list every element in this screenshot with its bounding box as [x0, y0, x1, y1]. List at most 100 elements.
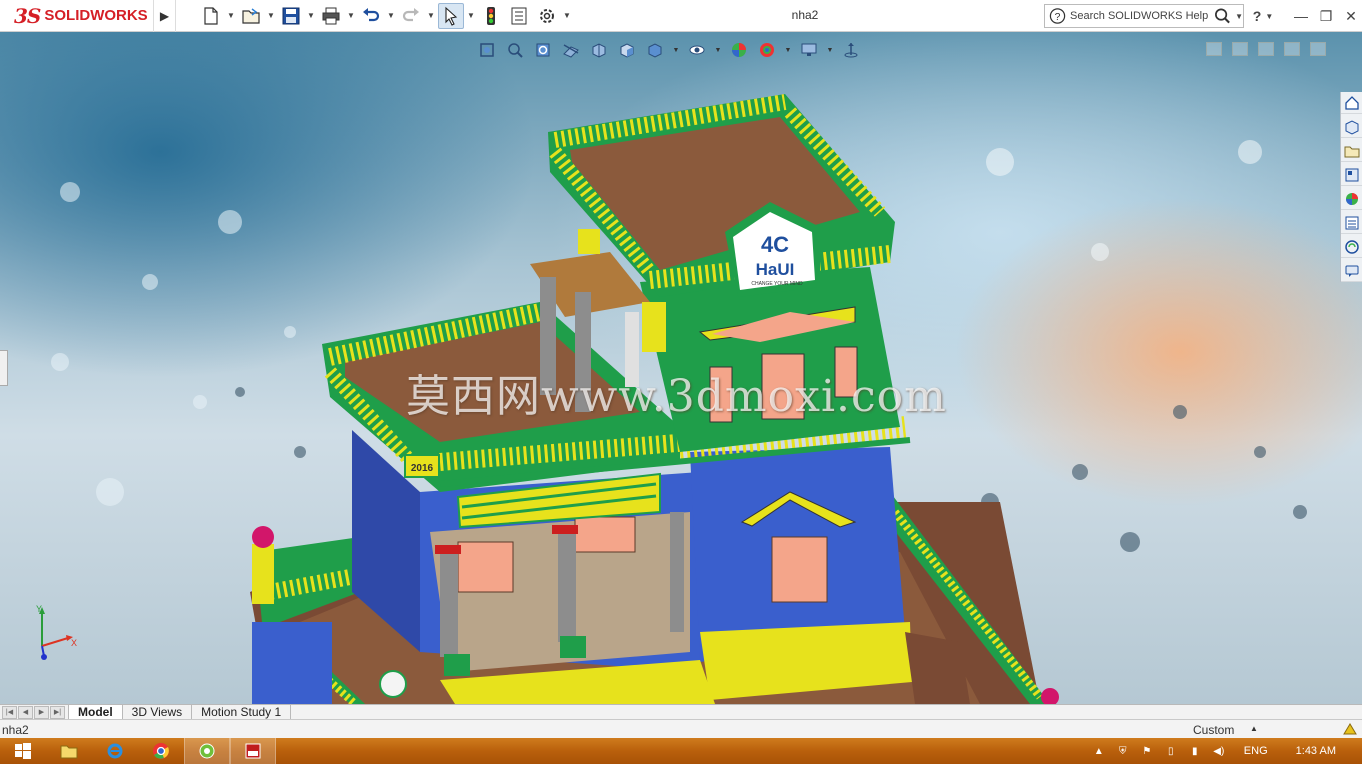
help-search-box[interactable]: ? ▼	[1044, 4, 1244, 28]
previous-view-icon[interactable]	[532, 39, 554, 61]
undo-dropdown-caret[interactable]: ▼	[386, 3, 396, 29]
windows-taskbar: ▲ ⛨ ⚑ ▯ ▮ ◀) ENG 1:43 AM	[0, 738, 1362, 764]
volume-icon[interactable]: ◀)	[1212, 744, 1226, 758]
tab-3d-views[interactable]: 3D Views	[123, 704, 193, 720]
graphics-area[interactable]: 2016 4C HaUI CHANGE YOUR MIND 莫西网www.3dm…	[0, 32, 1362, 704]
design-library-icon[interactable]	[1341, 116, 1362, 138]
solidworks-2016-icon[interactable]	[230, 738, 276, 764]
file-explorer-icon[interactable]	[1341, 140, 1362, 162]
file-properties-icon[interactable]	[506, 3, 532, 29]
antivirus-icon[interactable]: ⛨	[1116, 744, 1130, 758]
solidworks-window: 3S SOLIDWORKS ▶ ▼ ▼ ▼ ▼ ▼ ▼ ▼ ▼ nha2 ? S…	[0, 0, 1362, 764]
tab-next-arrow-icon[interactable]: ▶	[34, 705, 49, 719]
menu-expand-arrow-icon[interactable]: ▶	[154, 0, 176, 32]
viewport-split-left-icon[interactable]	[1206, 42, 1222, 56]
zoom-to-fit-icon[interactable]	[476, 39, 498, 61]
help-menu-button[interactable]: ? ▼	[1252, 6, 1274, 26]
tab-model[interactable]: Model	[68, 704, 123, 720]
title-bar: 3S SOLIDWORKS ▶ ▼ ▼ ▼ ▼ ▼ ▼ ▼ ▼ nha2 ? S…	[0, 0, 1362, 32]
view-settings-icon[interactable]	[798, 39, 820, 61]
rotate-view-icon[interactable]	[840, 39, 862, 61]
solidworks-logo[interactable]: 3S SOLIDWORKS	[0, 0, 154, 32]
solidworks-resources-icon[interactable]	[1341, 92, 1362, 114]
save-dropdown-caret[interactable]: ▼	[306, 3, 316, 29]
tab-motion-study-1[interactable]: Motion Study 1	[192, 704, 292, 720]
rebuild-traffic-light-icon[interactable]	[478, 3, 504, 29]
feature-manager-expand-handle[interactable]	[0, 350, 8, 386]
appearances-scenes-icon[interactable]	[1341, 188, 1362, 210]
new-document-icon[interactable]	[198, 3, 224, 29]
help-menu-glyph: ?	[1252, 8, 1262, 24]
viewport-close-icon[interactable]	[1310, 42, 1326, 56]
reference-triad: Y X	[22, 602, 82, 662]
tab-last-arrow-icon[interactable]: ▶|	[50, 705, 65, 719]
save-icon[interactable]	[278, 3, 304, 29]
dynamic-annotation-icon[interactable]	[588, 39, 610, 61]
apply-scene-caret[interactable]: ▼	[784, 47, 792, 54]
open-dropdown-caret[interactable]: ▼	[266, 3, 276, 29]
search-dropdown-caret[interactable]: ▼	[1235, 12, 1243, 21]
search-icon[interactable]	[1214, 7, 1231, 25]
print-icon[interactable]	[318, 3, 344, 29]
custom-properties-icon[interactable]	[1341, 212, 1362, 234]
select-cursor-icon[interactable]	[438, 2, 464, 29]
chat-icon[interactable]	[1341, 260, 1362, 282]
hide-show-items-icon[interactable]	[686, 39, 708, 61]
watermark-text: 莫西网www.3dmoxi.com	[406, 371, 947, 422]
viewport-minimize-icon[interactable]	[1258, 42, 1274, 56]
help-search-input[interactable]	[1070, 10, 1211, 22]
viewport-restore-icon[interactable]	[1284, 42, 1300, 56]
file-explorer-icon[interactable]	[46, 738, 92, 764]
greenshot-icon[interactable]	[184, 738, 230, 764]
print-dropdown-caret[interactable]: ▼	[346, 3, 356, 29]
status-document-name: nha2	[2, 723, 29, 737]
quick-access-toolbar: ▼ ▼ ▼ ▼ ▼ ▼ ▼ ▼	[176, 0, 572, 32]
model-tabs-bar: |◀ ◀ ▶ ▶| Model 3D Views Motion Study 1	[0, 704, 1362, 720]
model-sign-top: 4C	[761, 232, 789, 257]
rebuild-status-icon[interactable]	[1342, 722, 1358, 736]
network-icon[interactable]: ▮	[1188, 744, 1202, 758]
flag-icon[interactable]: ⚑	[1140, 744, 1154, 758]
viewport-split-right-icon[interactable]	[1232, 42, 1248, 56]
windows-start-icon[interactable]	[0, 738, 46, 764]
view-palette-icon[interactable]	[1341, 164, 1362, 186]
battery-icon[interactable]: ▯	[1164, 744, 1178, 758]
units-selector[interactable]: Custom	[1193, 723, 1234, 737]
system-tray: ▲ ⛨ ⚑ ▯ ▮ ◀) ENG 1:43 AM	[1092, 738, 1362, 764]
help-circle-icon: ?	[1049, 8, 1066, 24]
redo-dropdown-caret[interactable]: ▼	[426, 3, 436, 29]
solidworks-forum-icon[interactable]	[1341, 236, 1362, 258]
hide-show-caret[interactable]: ▼	[714, 47, 722, 54]
tray-overflow-icon[interactable]: ▲	[1092, 744, 1106, 758]
undo-icon[interactable]	[358, 3, 384, 29]
view-orientation-icon[interactable]	[616, 39, 638, 61]
tab-prev-arrow-icon[interactable]: ◀	[18, 705, 33, 719]
open-folder-icon[interactable]	[238, 3, 264, 29]
select-dropdown-caret[interactable]: ▼	[466, 3, 476, 29]
zoom-to-area-icon[interactable]	[504, 39, 526, 61]
units-caret-icon[interactable]: ▲	[1250, 724, 1258, 733]
internet-explorer-icon[interactable]	[92, 738, 138, 764]
restore-button[interactable]: ❐	[1315, 6, 1337, 26]
input-language[interactable]: ENG	[1244, 745, 1268, 757]
apply-scene-icon[interactable]	[756, 39, 778, 61]
system-clock[interactable]: 1:43 AM	[1296, 745, 1336, 757]
display-style-icon[interactable]	[644, 39, 666, 61]
task-pane-tabs	[1340, 92, 1362, 282]
status-bar: nha2 Custom ▲	[0, 719, 1362, 738]
options-dropdown-caret[interactable]: ▼	[562, 3, 572, 29]
view-settings-caret[interactable]: ▼	[826, 47, 834, 54]
minimize-button[interactable]: —	[1290, 6, 1312, 26]
chrome-icon[interactable]	[138, 738, 184, 764]
model-sign-sub: CHANGE YOUR MIND	[751, 281, 803, 287]
logo-prefix: 3S	[14, 3, 41, 28]
close-button[interactable]: ✕	[1340, 6, 1362, 26]
options-gear-icon[interactable]	[534, 3, 560, 29]
redo-icon[interactable]	[398, 3, 424, 29]
triad-y-label: Y	[36, 604, 42, 614]
display-style-caret[interactable]: ▼	[672, 47, 680, 54]
edit-appearance-icon[interactable]	[728, 39, 750, 61]
tab-first-arrow-icon[interactable]: |◀	[2, 705, 17, 719]
new-dropdown-caret[interactable]: ▼	[226, 3, 236, 29]
section-view-icon[interactable]	[560, 39, 582, 61]
